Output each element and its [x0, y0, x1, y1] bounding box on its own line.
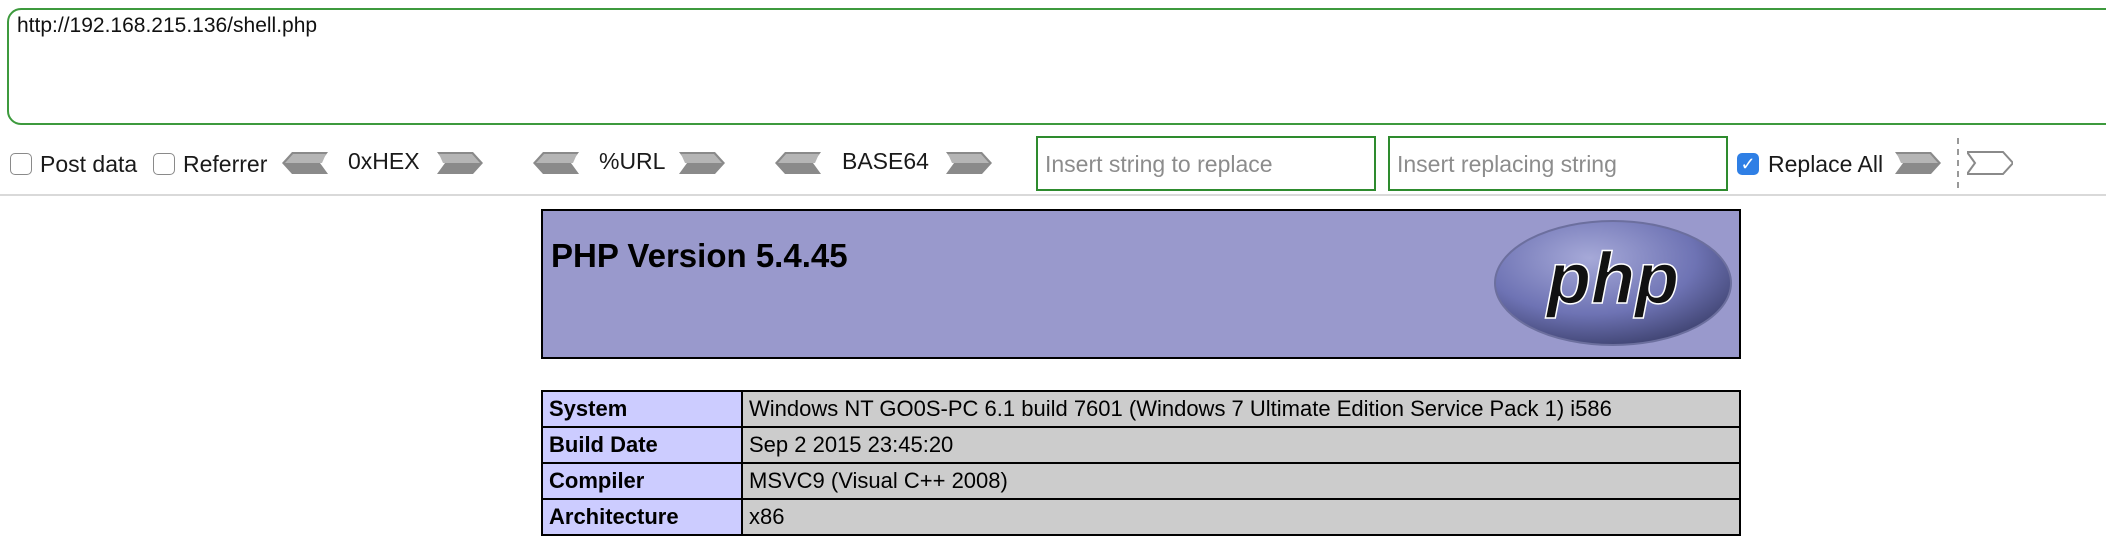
page-title: PHP Version 5.4.45 — [551, 237, 848, 274]
hackbar-panel: http://192.168.215.136/shell.php Post da… — [0, 0, 2106, 196]
table-row: Architecture x86 — [541, 498, 1741, 536]
replace-all-label: Replace All — [1768, 151, 1884, 177]
referrer-label: Referrer — [183, 151, 268, 177]
row-key: Build Date — [541, 426, 743, 464]
toolbar-separator — [1957, 138, 1959, 188]
row-key: Architecture — [541, 498, 743, 536]
hex-label: 0xHEX — [348, 148, 420, 174]
phpinfo-table: System Windows NT GO0S-PC 6.1 build 7601… — [541, 390, 1741, 536]
table-row: System Windows NT GO0S-PC 6.1 build 7601… — [541, 390, 1741, 428]
referrer-checkbox[interactable] — [153, 153, 175, 175]
row-value: MSVC9 (Visual C++ 2008) — [741, 462, 1741, 500]
base64-label: BASE64 — [842, 148, 929, 174]
execute-arrow-icon[interactable] — [1967, 148, 2013, 178]
phpinfo-header: PHP Version 5.4.45 php — [541, 209, 1741, 359]
table-row: Compiler MSVC9 (Visual C++ 2008) — [541, 462, 1741, 500]
post-data-checkbox[interactable] — [10, 153, 32, 175]
php-logo: php — [1494, 220, 1732, 346]
url-encode-arrow-icon[interactable] — [679, 148, 725, 178]
base64-encode-arrow-icon[interactable] — [946, 148, 992, 178]
url-encode-label: %URL — [599, 148, 666, 174]
table-row: Build Date Sep 2 2015 23:45:20 — [541, 426, 1741, 464]
hex-decode-arrow-icon[interactable] — [282, 148, 328, 178]
php-logo-text: php — [1545, 239, 1679, 319]
hackbar-toolbar: Post data Referrer 0xHEX %URL BASE64 Ins… — [0, 134, 2106, 192]
row-key: System — [541, 390, 743, 428]
replace-execute-arrow-icon[interactable] — [1895, 148, 1941, 178]
url-input[interactable]: http://192.168.215.136/shell.php — [7, 8, 2106, 125]
row-value: x86 — [741, 498, 1741, 536]
row-value: Windows NT GO0S-PC 6.1 build 7601 (Windo… — [741, 390, 1741, 428]
hex-encode-arrow-icon[interactable] — [437, 148, 483, 178]
row-value: Sep 2 2015 23:45:20 — [741, 426, 1741, 464]
replacing-string-input[interactable]: Insert replacing string — [1388, 136, 1728, 191]
row-key: Compiler — [541, 462, 743, 500]
url-decode-arrow-icon[interactable] — [533, 148, 579, 178]
post-data-label: Post data — [40, 151, 138, 177]
replace-all-checkbox[interactable]: ✓ — [1737, 153, 1759, 175]
replace-string-input[interactable]: Insert string to replace — [1036, 136, 1376, 191]
base64-decode-arrow-icon[interactable] — [775, 148, 821, 178]
